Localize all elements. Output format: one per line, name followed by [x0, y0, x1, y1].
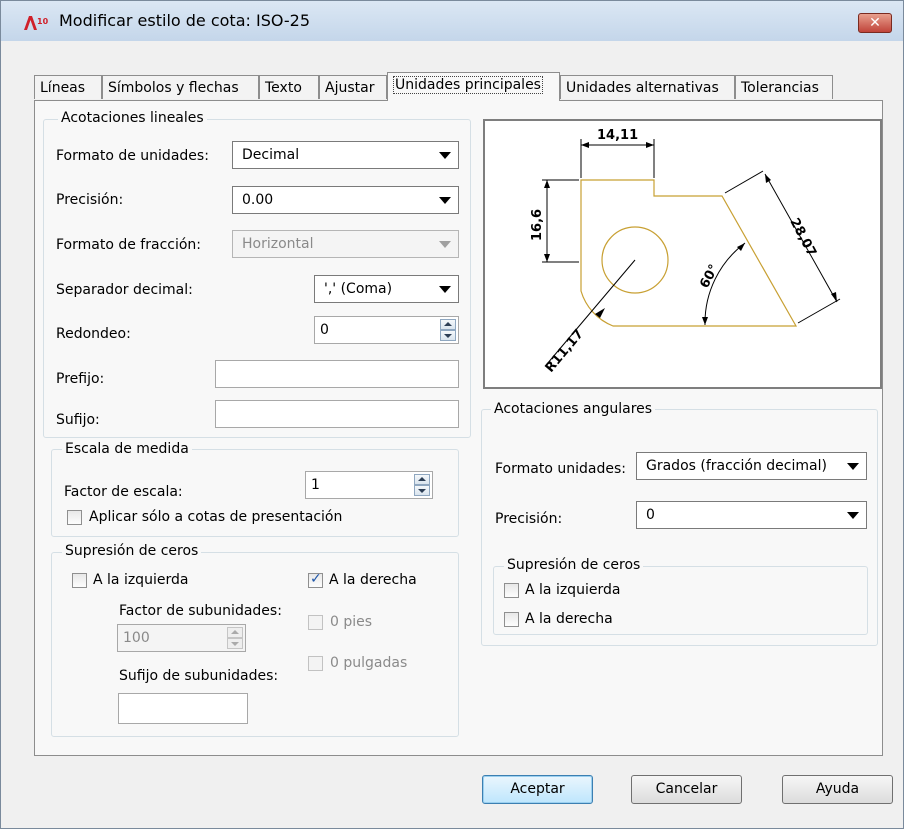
fraction-format-label: Formato de fracción: [56, 237, 202, 253]
dim-top-text: 14,11 [597, 128, 638, 143]
zero-feet-label: 0 pies [330, 614, 373, 630]
layout-only-checkbox[interactable] [67, 510, 82, 525]
decimal-separator-dropdown[interactable]: ',' (Coma) [314, 275, 459, 303]
ok-button[interactable]: Aceptar [482, 775, 593, 804]
angular-trailing-zeros-checkbox[interactable] [504, 612, 519, 627]
zero-suppression-angular-title: Supresión de ceros [504, 557, 644, 573]
subunit-suffix-input[interactable] [118, 693, 248, 724]
tab-unidades-alternativas[interactable]: Unidades alternativas [560, 75, 735, 99]
subunit-factor-stepper[interactable]: 100 [117, 624, 246, 652]
trailing-zeros-label: A la derecha [329, 572, 417, 588]
angular-trailing-zeros-label: A la derecha [525, 611, 613, 627]
chevron-down-icon [847, 512, 859, 519]
chevron-down-icon [439, 152, 451, 159]
angular-units-format-value: Grados (fracción decimal) [646, 458, 827, 474]
autocad-app-icon: 10 [24, 16, 49, 30]
zero-suppression-linear-title: Supresión de ceros [62, 543, 202, 559]
angular-units-format-label: Formato unidades: [495, 461, 626, 477]
round-stepper[interactable]: 0 [314, 316, 459, 344]
tab-unidades-principales[interactable]: Unidades principales [387, 72, 560, 101]
chevron-down-icon [439, 241, 451, 248]
round-value: 0 [320, 322, 329, 338]
dim-radius-text: R11,17 [543, 327, 587, 376]
round-label: Redondeo: [56, 326, 131, 342]
spin-down-icon[interactable] [227, 638, 243, 649]
dialog-window: 10 Modificar estilo de cota: ISO-25 ✕ Lí… [0, 0, 904, 829]
tab-texto[interactable]: Texto [259, 75, 319, 99]
scale-factor-value: 1 [311, 477, 320, 493]
fraction-format-dropdown[interactable]: Horizontal [232, 230, 459, 258]
unit-format-label: Formato de unidades: [56, 148, 209, 164]
check-icon: ✓ [310, 571, 322, 587]
linear-dimensions-title: Acotaciones lineales [58, 110, 207, 126]
chevron-down-icon [439, 197, 451, 204]
help-button[interactable]: Ayuda [782, 775, 893, 804]
unit-format-dropdown[interactable]: Decimal [232, 141, 459, 169]
spin-up-icon[interactable] [440, 319, 456, 330]
unit-format-value: Decimal [242, 147, 300, 163]
title-bar[interactable]: 10 Modificar estilo de cota: ISO-25 ✕ [1, 1, 903, 41]
prefix-input[interactable] [215, 360, 459, 388]
spin-up-icon[interactable] [414, 474, 430, 485]
dim-diag-text: 28,07 [786, 216, 819, 259]
prefix-label: Prefijo: [56, 371, 105, 387]
chevron-down-icon [439, 286, 451, 293]
close-button[interactable]: ✕ [858, 13, 892, 33]
trailing-zeros-checkbox[interactable]: ✓ [308, 571, 323, 588]
fraction-format-value: Horizontal [242, 236, 314, 252]
dimension-texts: 14,11 16,6 28,07 60° R11,17 [530, 128, 819, 376]
subunit-factor-value: 100 [123, 630, 150, 646]
angular-dimensions-title: Acotaciones angulares [491, 401, 656, 417]
spin-up-icon[interactable] [227, 627, 243, 638]
angular-precision-dropdown[interactable]: 0 [636, 501, 867, 529]
angular-leading-zeros-label: A la izquierda [525, 582, 621, 598]
spin-down-icon[interactable] [414, 485, 430, 496]
angular-leading-zeros-checkbox[interactable] [504, 583, 519, 598]
preview-area: 14,11 16,6 28,07 60° R11,17 [483, 119, 882, 389]
tab-ajustar[interactable]: Ajustar [319, 75, 387, 99]
preview-shape [580, 179, 798, 327]
suffix-label: Sufijo: [56, 412, 100, 428]
scale-factor-stepper[interactable]: 1 [305, 471, 433, 499]
subunit-factor-label: Factor de subunidades: [119, 603, 282, 619]
zero-inches-label: 0 pulgadas [330, 655, 408, 671]
tab-lineas[interactable]: Líneas [34, 75, 102, 99]
leading-zeros-label: A la izquierda [93, 572, 189, 588]
precision-dropdown[interactable]: 0.00 [232, 186, 459, 214]
tab-unidades-principales-label: Unidades principales [393, 76, 543, 94]
tab-simbolos-flechas[interactable]: Símbolos y flechas [102, 75, 259, 99]
scale-factor-label: Factor de escala: [64, 484, 183, 500]
svg-text:10: 10 [37, 17, 49, 26]
leading-zeros-checkbox[interactable] [72, 573, 87, 588]
zero-inches-checkbox[interactable] [308, 656, 323, 671]
angular-units-format-dropdown[interactable]: Grados (fracción decimal) [636, 452, 867, 480]
precision-label: Precisión: [56, 192, 124, 208]
decimal-separator-label: Separador decimal: [56, 282, 193, 298]
angular-precision-label: Precisión: [495, 511, 563, 527]
measurement-scale-title: Escala de medida [62, 441, 192, 457]
dim-left-text: 16,6 [530, 209, 545, 241]
window-title: Modificar estilo de cota: ISO-25 [59, 11, 311, 30]
subunit-suffix-label: Sufijo de subunidades: [119, 668, 279, 684]
dimension-lines [542, 139, 841, 365]
cancel-button[interactable]: Cancelar [631, 775, 742, 804]
spin-down-icon[interactable] [440, 330, 456, 341]
dimension-preview-drawing: 14,11 16,6 28,07 60° R11,17 [530, 128, 841, 376]
chevron-down-icon [847, 463, 859, 470]
precision-value: 0.00 [242, 192, 274, 208]
suffix-input[interactable] [215, 400, 459, 428]
dim-angle-text: 60° [697, 262, 722, 291]
layout-only-label: Aplicar sólo a cotas de presentación [89, 509, 343, 525]
tab-tolerancias[interactable]: Tolerancias [735, 75, 833, 99]
decimal-separator-value: ',' (Coma) [324, 281, 393, 297]
zero-feet-checkbox[interactable] [308, 615, 323, 630]
angular-precision-value: 0 [646, 507, 655, 523]
